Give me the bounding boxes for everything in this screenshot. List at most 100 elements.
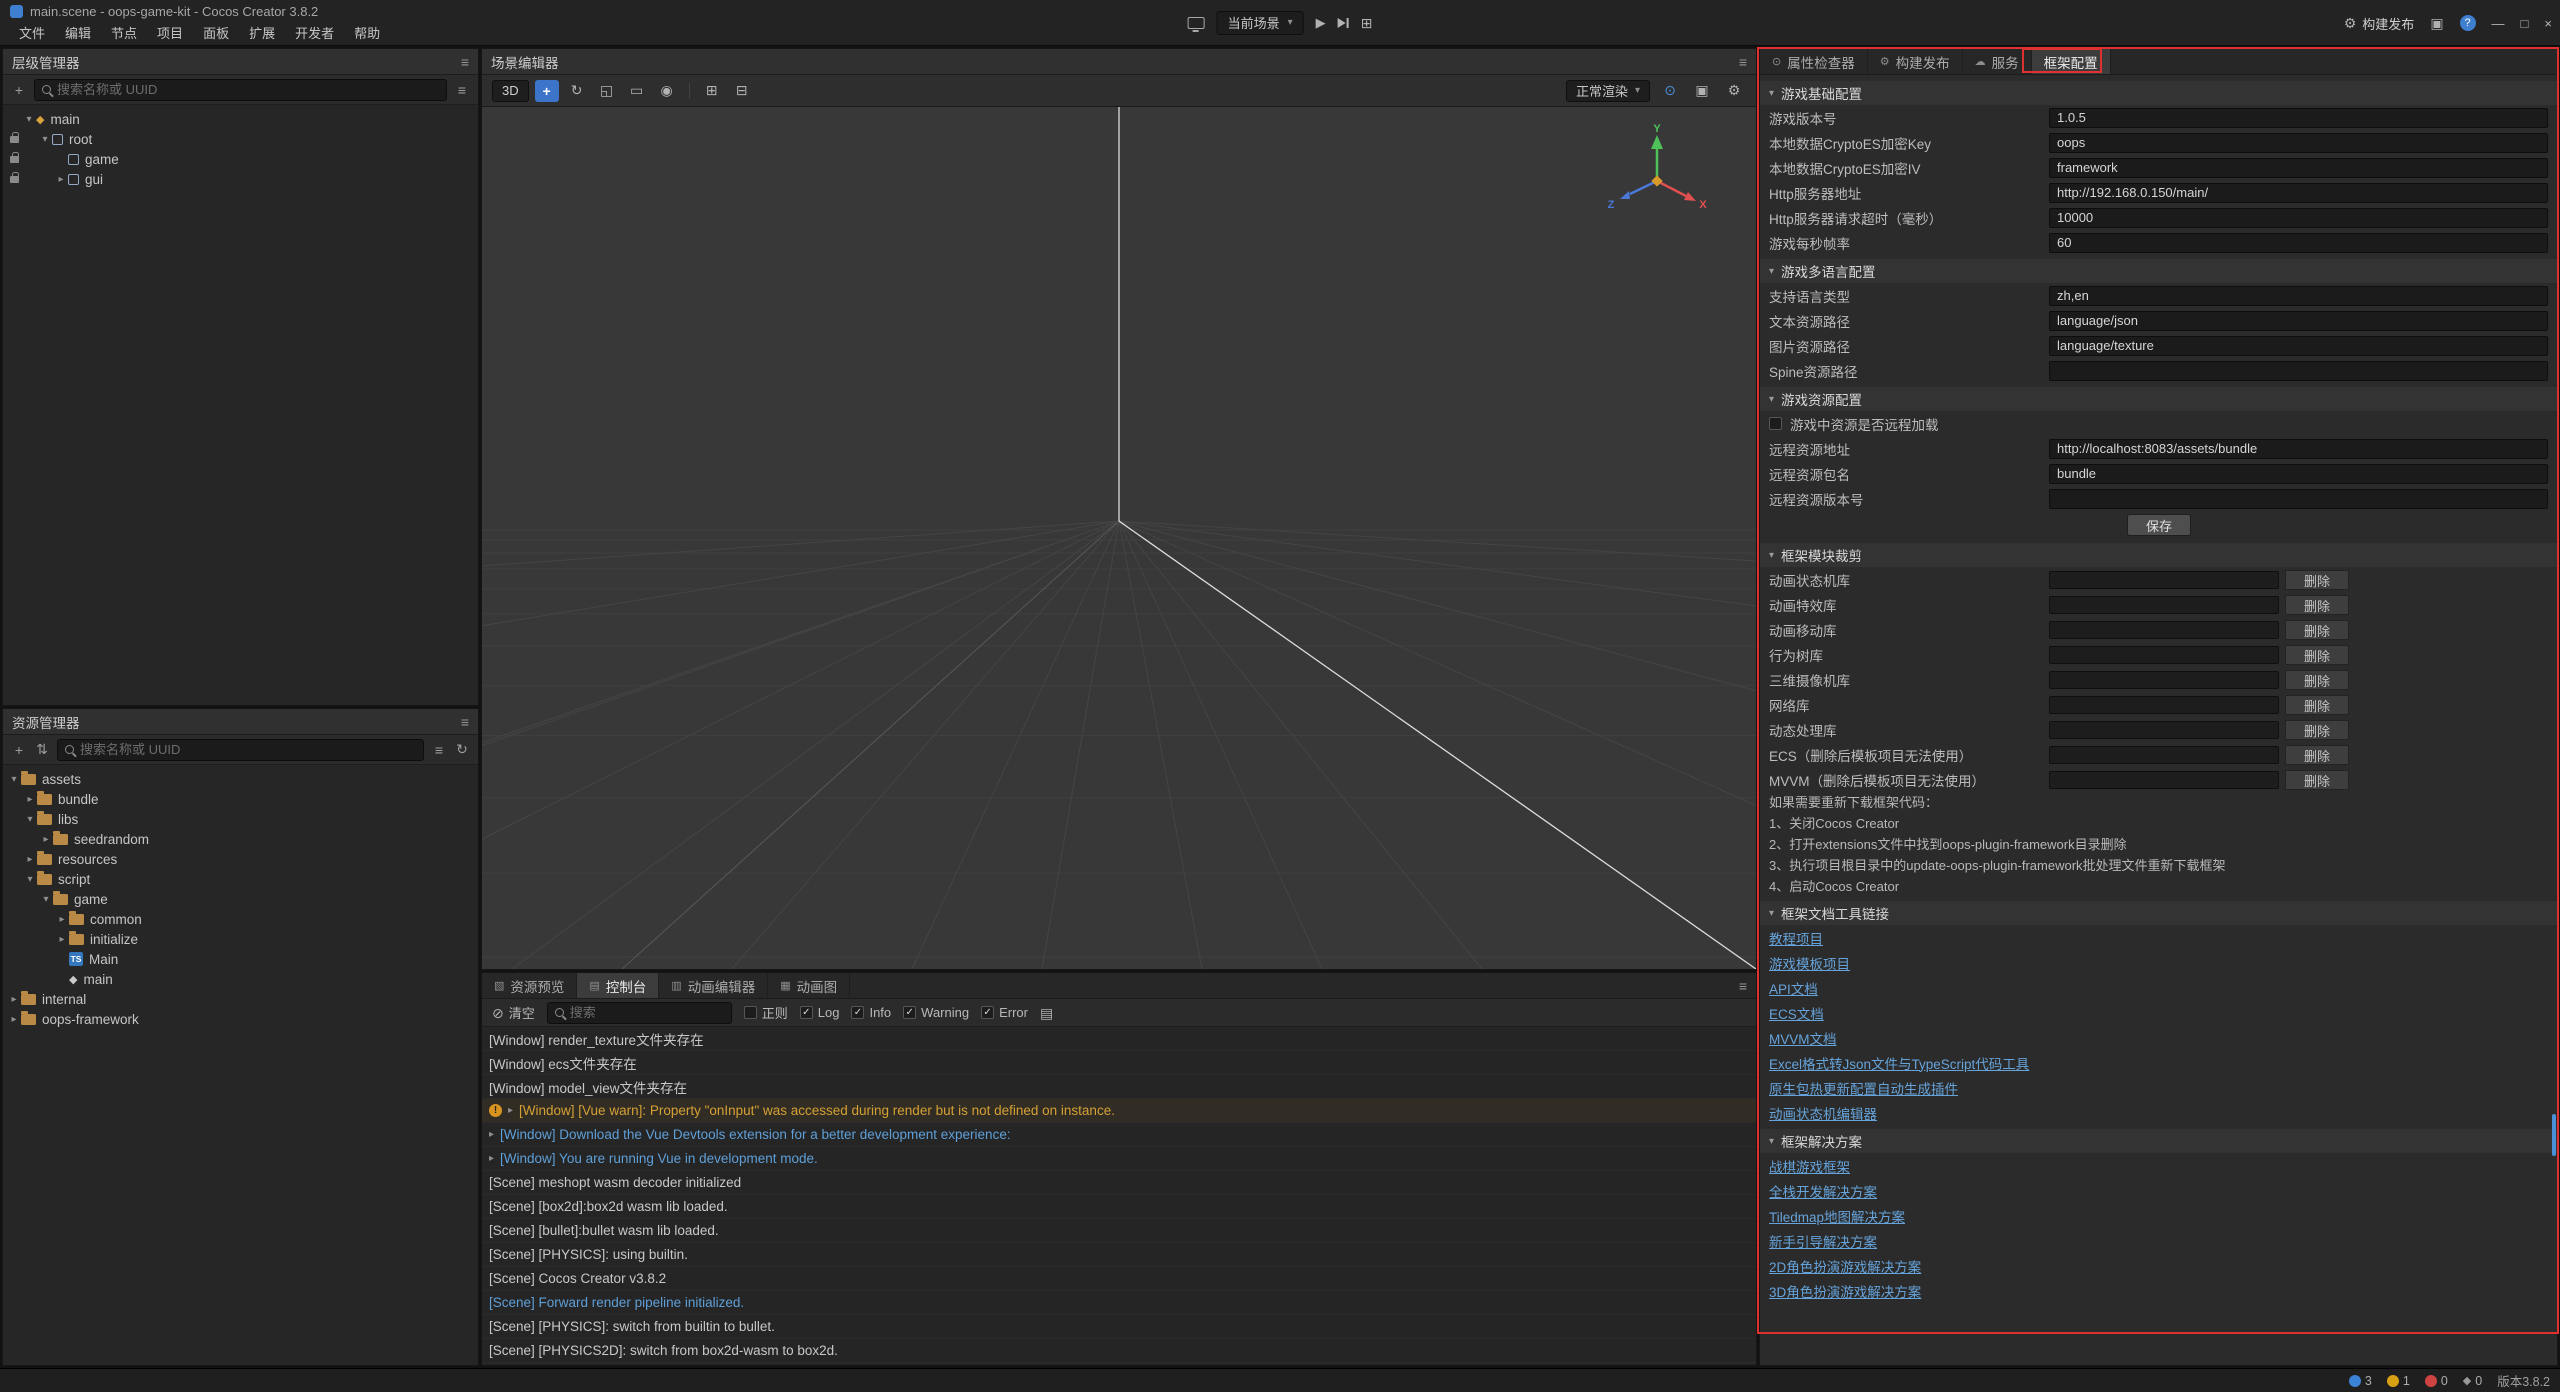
- filter-checkbox[interactable]: [800, 1006, 813, 1019]
- menu-item-7[interactable]: 帮助: [345, 22, 389, 43]
- field-input[interactable]: [2049, 361, 2548, 381]
- maximize-button[interactable]: □: [2521, 16, 2529, 31]
- delete-module-button[interactable]: 删除: [2285, 645, 2349, 665]
- section-header[interactable]: ▾游戏资源配置: [1760, 387, 2557, 411]
- doc-link[interactable]: 战棋游戏框架: [1769, 1156, 1850, 1176]
- tree-item-resources[interactable]: ▸resources: [3, 849, 478, 869]
- package-icon[interactable]: ▣: [2430, 16, 2443, 30]
- panel-menu-icon[interactable]: ≡: [1739, 978, 1747, 994]
- console-log-line[interactable]: [Scene] [PHYSICS2D]: switch from box2d-w…: [482, 1339, 1756, 1363]
- console-log-line[interactable]: [Window] render_texture文件夹存在: [482, 1027, 1756, 1051]
- tree-item-gui[interactable]: ▸gui: [3, 169, 478, 189]
- chevron-right-icon[interactable]: ▸: [23, 854, 37, 865]
- rotate-tool-button[interactable]: ↻: [565, 80, 589, 102]
- filter-checkbox[interactable]: [903, 1006, 916, 1019]
- chevron-right-icon[interactable]: ▸: [39, 834, 53, 845]
- field-input[interactable]: [2049, 439, 2548, 459]
- tab-property-inspector[interactable]: ⊙属性检查器: [1760, 49, 1868, 74]
- section-header[interactable]: ▾框架文档工具链接: [1760, 901, 2557, 925]
- delete-module-button[interactable]: 删除: [2285, 770, 2349, 790]
- doc-link[interactable]: Excel格式转Json文件与TypeScript代码工具: [1769, 1053, 2029, 1073]
- refresh-icon[interactable]: ↻: [454, 741, 470, 758]
- doc-link[interactable]: 2D角色扮演游戏解决方案: [1769, 1256, 1921, 1276]
- console-log-line[interactable]: [Window] ecs文件夹存在: [482, 1051, 1756, 1075]
- field-input[interactable]: [2049, 208, 2548, 228]
- tab-build-publish[interactable]: ⚙构建发布: [1868, 49, 1963, 74]
- chevron-right-icon[interactable]: ▸: [23, 794, 37, 805]
- layout-grid-icon[interactable]: ⊞: [1361, 16, 1373, 30]
- tree-item-common[interactable]: ▸common: [3, 909, 478, 929]
- console-log-list[interactable]: [Window] render_texture文件夹存在[Window] ecs…: [482, 1027, 1756, 1365]
- panel-menu-icon[interactable]: ≡: [1739, 54, 1747, 70]
- chevron-right-icon[interactable]: ▸: [55, 934, 69, 945]
- tab-service[interactable]: ☁服务: [1963, 49, 2032, 74]
- gizmo-space-button[interactable]: ◉: [655, 80, 679, 102]
- delete-module-button[interactable]: 删除: [2285, 720, 2349, 740]
- render-mode-dropdown[interactable]: 正常渲染 ▾: [1566, 80, 1650, 102]
- assets-search-input[interactable]: [80, 742, 416, 757]
- menu-item-1[interactable]: 编辑: [56, 22, 100, 43]
- console-log-line[interactable]: [Scene] [PHYSICS]: switch from builtin t…: [482, 1315, 1756, 1339]
- build-publish-button[interactable]: ⚙ 构建发布: [2344, 14, 2415, 33]
- pivot-toggle-button[interactable]: ⊞: [700, 80, 724, 102]
- sort-icon[interactable]: ⇅: [34, 741, 50, 758]
- add-node-button[interactable]: +: [11, 82, 27, 98]
- doc-link[interactable]: 原生包热更新配置自动生成插件: [1769, 1078, 1958, 1098]
- field-input[interactable]: [2049, 108, 2548, 128]
- menu-item-5[interactable]: 扩展: [240, 22, 284, 43]
- scrollbar-thumb[interactable]: [2552, 1114, 2556, 1156]
- console-log-line[interactable]: [Scene] [PHYSICS]: using builtin.: [482, 1243, 1756, 1267]
- console-search-input[interactable]: [570, 1005, 724, 1020]
- menu-item-2[interactable]: 节点: [102, 22, 146, 43]
- section-header[interactable]: ▾游戏基础配置: [1760, 81, 2557, 105]
- filter-checkbox[interactable]: [981, 1006, 994, 1019]
- minimize-button[interactable]: —: [2492, 16, 2505, 31]
- console-log-line[interactable]: ▸[Window] Download the Vue Devtools exte…: [482, 1123, 1756, 1147]
- axis-gizmo[interactable]: Y X Z: [1600, 123, 1710, 233]
- field-input[interactable]: [2049, 489, 2548, 509]
- close-button[interactable]: ×: [2544, 16, 2552, 31]
- scene-settings-gear-icon[interactable]: ⚙: [1722, 80, 1746, 102]
- doc-link[interactable]: 教程项目: [1769, 928, 1823, 948]
- field-input[interactable]: [2049, 311, 2548, 331]
- chevron-right-icon[interactable]: ▸: [7, 994, 21, 1005]
- move-tool-button[interactable]: +: [535, 80, 559, 102]
- field-input[interactable]: [2049, 336, 2548, 356]
- tree-item-main[interactable]: TSMain: [3, 949, 478, 969]
- tree-item-libs[interactable]: ▾libs: [3, 809, 478, 829]
- chevron-down-icon[interactable]: ▾: [7, 774, 21, 785]
- chevron-right-icon[interactable]: ▸: [7, 1014, 21, 1025]
- log-count[interactable]: 3: [2349, 1374, 2372, 1388]
- tab-console[interactable]: ▤控制台: [577, 973, 659, 998]
- doc-link[interactable]: 新手引导解决方案: [1769, 1231, 1877, 1251]
- filter-info[interactable]: Info: [851, 1005, 891, 1020]
- help-icon[interactable]: ?: [2460, 15, 2476, 31]
- console-log-line[interactable]: [Scene] Cocos Creator v3.8.2: [482, 1267, 1756, 1291]
- clear-console-button[interactable]: ⊘ 清空: [492, 1003, 535, 1022]
- regex-toggle[interactable]: 正则: [744, 1003, 788, 1022]
- console-log-line[interactable]: [Window] model_view文件夹存在: [482, 1075, 1756, 1099]
- chevron-down-icon[interactable]: ▾: [38, 134, 52, 145]
- menu-item-4[interactable]: 面板: [194, 22, 238, 43]
- console-log-line[interactable]: [Scene] [box2d]:box2d wasm lib loaded.: [482, 1195, 1756, 1219]
- delete-module-button[interactable]: 删除: [2285, 595, 2349, 615]
- console-log-line[interactable]: [Scene] meshopt wasm decoder initialized: [482, 1171, 1756, 1195]
- field-input[interactable]: [2049, 158, 2548, 178]
- section-header[interactable]: ▾框架模块裁剪: [1760, 543, 2557, 567]
- preview-device-icon[interactable]: [1188, 17, 1205, 29]
- expand-chevron-icon[interactable]: ▸: [489, 1129, 494, 1140]
- filter-icon[interactable]: ≡: [431, 742, 447, 758]
- save-button[interactable]: 保存: [2127, 514, 2191, 536]
- doc-link[interactable]: MVVM文档: [1769, 1028, 1837, 1048]
- tree-item-game[interactable]: ▾game: [3, 889, 478, 909]
- field-input[interactable]: [2049, 286, 2548, 306]
- dimension-toggle-button[interactable]: 3D: [492, 80, 529, 102]
- remote-load-checkbox[interactable]: [1769, 417, 1782, 430]
- field-input[interactable]: [2049, 133, 2548, 153]
- snap-toggle-button[interactable]: ⊟: [730, 80, 754, 102]
- menu-item-0[interactable]: 文件: [10, 22, 54, 43]
- tab-framework-config[interactable]: 框架配置: [2032, 49, 2111, 74]
- doc-link[interactable]: 游戏模板项目: [1769, 953, 1850, 973]
- regex-checkbox[interactable]: [744, 1006, 757, 1019]
- field-input[interactable]: [2049, 183, 2548, 203]
